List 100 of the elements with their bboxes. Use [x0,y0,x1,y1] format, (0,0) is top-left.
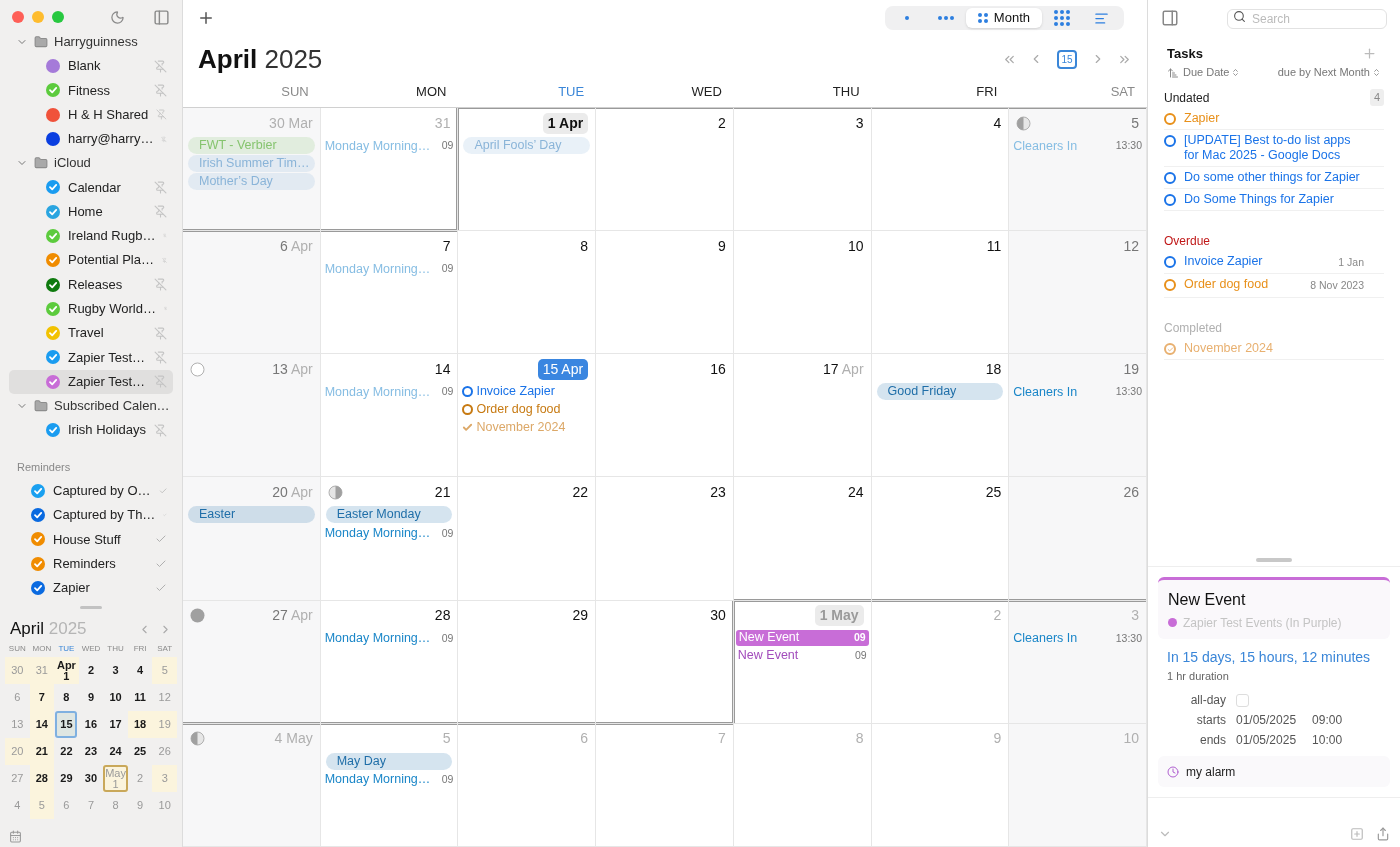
field-label: all-day [1189,692,1226,709]
task-title[interactable]: Do some other things for Zapier [1184,169,1360,185]
mini-calendar-day[interactable]: 11 [129,684,152,712]
task-title[interactable]: Invoice Zapier [1184,253,1263,269]
mini-calendar-day[interactable]: 4 [129,657,152,685]
event-title[interactable]: Monday Morning… [324,629,431,649]
reminder-list-name[interactable]: Reminders [53,553,116,574]
mini-calendar-day[interactable]: 20 [6,738,29,766]
mini-calendar-day[interactable]: 10 [104,684,127,712]
event-title[interactable]: Monday Morning… [324,524,431,543]
calendar-item[interactable]: H & H Shared [9,102,173,127]
event-title[interactable]: Cleaners In [1013,382,1078,402]
reminder-list-name[interactable]: House Stuff [53,529,121,550]
task-title[interactable]: Order dog food [476,400,561,420]
mini-calendar-day[interactable]: 26 [153,738,176,766]
mini-calendar-day[interactable]: 5 [30,792,53,820]
reminder-list-name[interactable]: Captured by Th… [53,505,156,525]
filter-dropdown[interactable]: due by Next Month [1277,64,1381,81]
date-field[interactable]: 01/05/2025 [1236,731,1297,749]
all-day-event[interactable]: Easter [188,506,315,524]
mini-calendar-day[interactable]: 9 [80,684,102,712]
mini-calendar-day[interactable]: 22 [55,738,78,766]
event-title[interactable]: Cleaners In [1013,629,1078,649]
event-title[interactable]: Monday Morning… [324,770,431,790]
mini-calendar-day[interactable]: 12 [153,684,176,712]
mini-calendar-day[interactable]: 2 [129,765,152,793]
event-title[interactable]: New Event [1168,587,1380,612]
mini-calendar-day[interactable]: 9 [129,792,152,820]
time-field[interactable]: 09:00 [1312,711,1343,729]
mini-calendar-day[interactable]: 29 [55,765,78,793]
mini-calendar-day[interactable]: 5 [153,657,176,685]
group-label[interactable]: iCloud [54,153,91,173]
calendar-item[interactable]: Zapier Test… [9,345,173,370]
mini-calendar-day[interactable]: May 1 [103,765,128,793]
mini-calendar-day[interactable]: 17 [104,711,127,739]
mini-calendar-day[interactable]: 15 [55,711,78,739]
calendar-item[interactable]: Potential Pla… [9,248,173,273]
calendar-item[interactable]: Irish Holidays [9,417,173,443]
calendar-item[interactable]: Home [9,199,173,224]
mini-calendar-day[interactable]: 23 [80,738,102,766]
mini-calendar-day[interactable]: 30 [80,765,102,793]
weekday-label: MON [31,643,53,656]
sort-dropdown[interactable]: Due Date [1183,64,1241,81]
event-time: 13:30 [1115,384,1142,400]
mini-calendar-day[interactable]: 24 [104,738,127,766]
group-label[interactable]: Harryguinness [54,32,138,52]
tasks-title: Tasks [1167,45,1203,63]
day-number: 6 Apr [280,236,313,256]
calendar-item[interactable]: Travel [9,320,173,346]
mini-calendar-day[interactable]: 25 [129,738,152,766]
weekday-header: THU [831,83,861,101]
mini-calendar-day[interactable]: 14 [30,711,53,739]
view-tab[interactable]: Month [965,8,1042,28]
group-label[interactable]: Subscribed Calen… [54,396,170,416]
mini-calendar-day[interactable]: 2 [80,657,102,685]
day-number: 21 [434,483,451,502]
task-title[interactable]: Do Some Things for Zapier [1184,191,1334,207]
all-day-event[interactable]: May Day [325,752,453,770]
mini-calendar-day[interactable]: 31 [30,657,53,685]
calendar-name: Potential Pla… [68,251,154,270]
mini-calendar-day[interactable]: 28 [30,765,53,793]
mini-calendar-day[interactable]: 3 [153,765,176,793]
mini-calendar-day[interactable]: Apr 1 [54,657,79,685]
all-day-event[interactable]: Good Friday [876,383,1004,401]
search-field[interactable]: Search [1227,9,1387,29]
calendar-name: Rugby World… [68,300,156,319]
calendar-name: Calendar [68,178,121,197]
calendar-item[interactable]: Releases [9,272,173,297]
calendar-item[interactable]: Blank [9,54,173,79]
mini-calendar-day[interactable]: 8 [104,792,127,820]
mini-calendar-day[interactable]: 10 [153,792,176,820]
task-title[interactable]: Invoice Zapier [476,382,555,402]
mini-calendar-day[interactable]: 3 [104,657,127,685]
event-title[interactable]: New Event [737,646,799,666]
task-title[interactable]: [UPDATE] Best to-do list apps for Mac 2025 - Google Docs [1184,132,1364,163]
mini-calendar-day[interactable]: 7 [80,792,102,820]
mini-calendar-day[interactable]: 8 [55,684,78,712]
calendar-item[interactable]: Rugby World… [9,296,173,321]
day-number: 24 [848,483,864,502]
today-button[interactable]: 15 [1057,49,1077,69]
mini-calendar-day[interactable]: 21 [30,738,53,766]
calendar-item[interactable]: Zapier Test… [9,369,173,394]
alarm-row[interactable]: my alarm [1158,756,1390,787]
calendar-item[interactable]: Ireland Rugb… [9,223,173,249]
mini-calendar-day[interactable]: 18 [129,711,152,739]
all-day-event[interactable]: Easter Monday [325,506,453,524]
reminder-list-name[interactable]: Zapier [53,578,90,598]
event-block[interactable]: New Event 09 [735,629,869,646]
calendar-item[interactable]: Calendar [9,175,173,200]
weekday-header: WED [690,83,723,101]
mini-calendar-day[interactable]: 30 [6,657,29,685]
reminder-list-name[interactable]: Captured by O… [53,481,151,501]
calendar-item[interactable]: Fitness [9,78,173,103]
mini-calendar-day[interactable]: 19 [153,711,176,739]
time-field[interactable]: 10:00 [1312,731,1343,749]
calendar-item[interactable]: harry@harry… [9,126,173,152]
date-field[interactable]: 01/05/2025 [1236,711,1297,729]
mini-calendar-day[interactable]: 16 [80,711,102,739]
mini-calendar-day[interactable]: 27 [6,765,29,793]
mini-calendar-day[interactable]: 7 [30,684,53,712]
